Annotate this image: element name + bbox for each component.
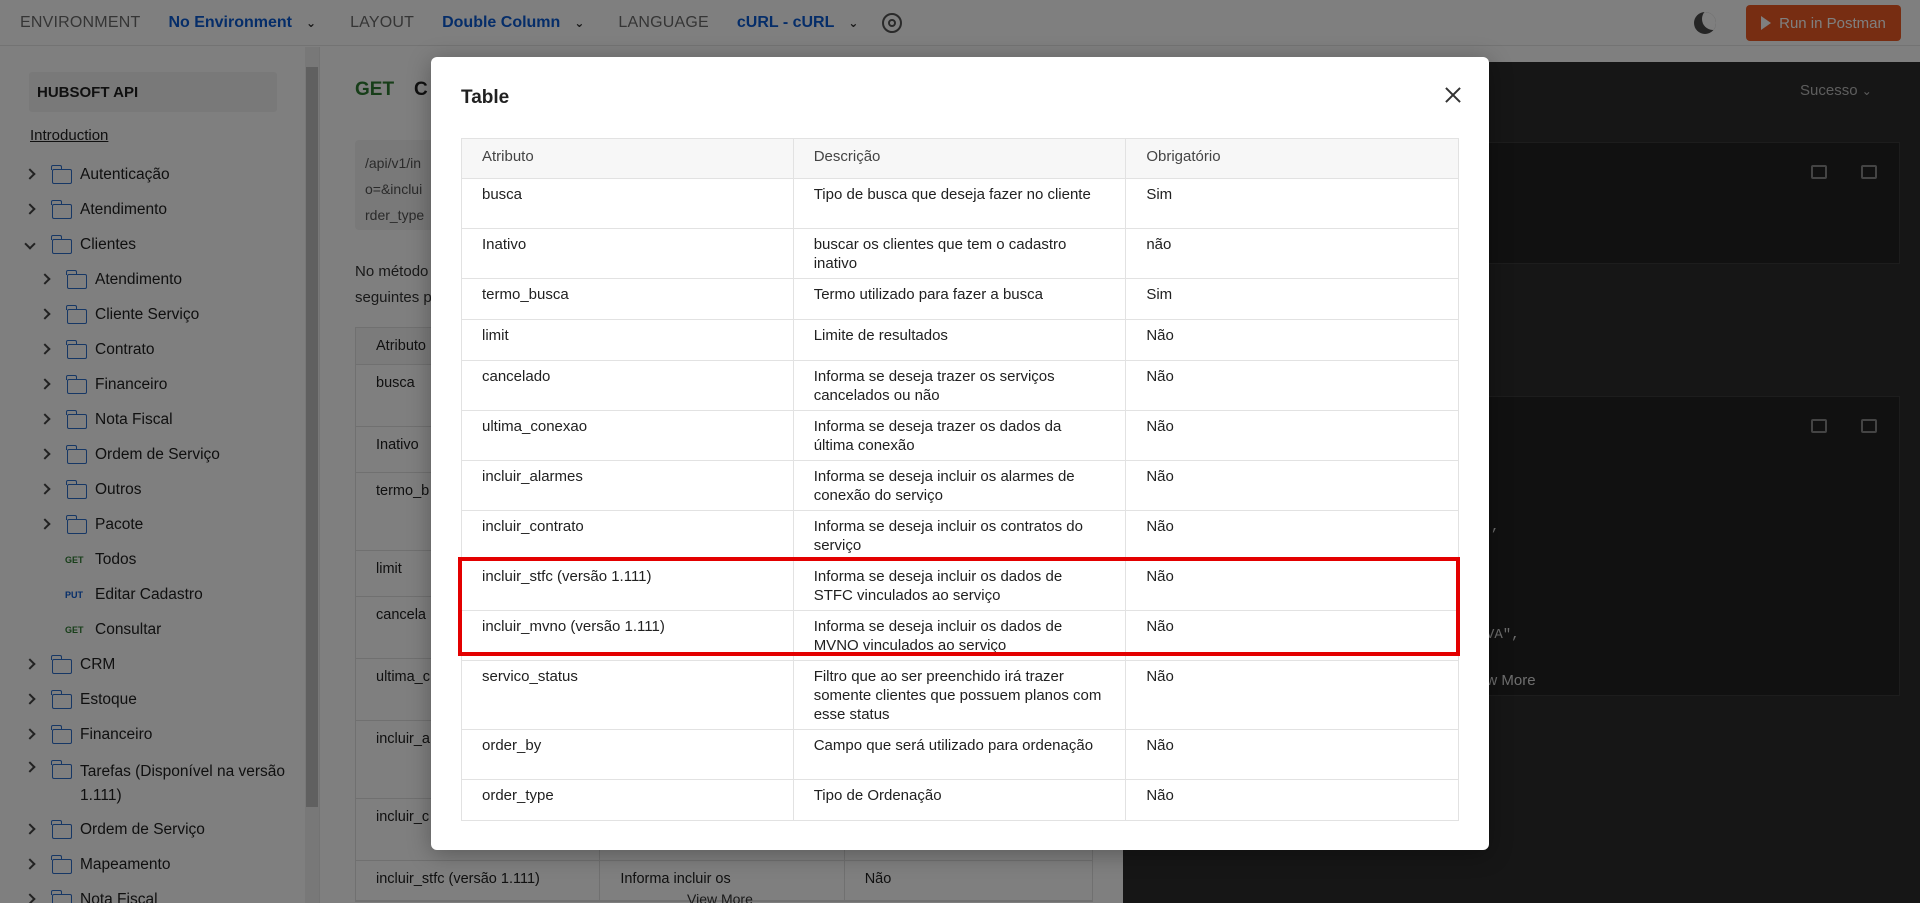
table-cell-desc: Informa se deseja incluir os dados de ST… bbox=[792, 560, 1127, 611]
table-cell-desc: buscar os clientes que tem o cadastro in… bbox=[792, 228, 1127, 279]
table-cell-req: Não bbox=[1125, 610, 1459, 661]
table-cell-attr: incluir_alarmes bbox=[461, 460, 794, 511]
table-row: termo_busca Termo utilizado para fazer a … bbox=[461, 278, 1459, 320]
table-cell-attr: incluir_contrato bbox=[461, 510, 794, 561]
table-cell-desc: Informa se deseja incluir os contratos d… bbox=[792, 510, 1127, 561]
table-cell-desc: Informa se deseja trazer os serviços can… bbox=[792, 360, 1127, 411]
table-cell-desc: Filtro que ao ser preenchido irá trazer … bbox=[792, 660, 1127, 730]
table-modal: Table Atributo Descrição Obrigatório bus… bbox=[431, 57, 1489, 850]
column-header-descricao: Descrição bbox=[792, 138, 1127, 179]
table-header-row: Atributo Descrição Obrigatório bbox=[461, 138, 1459, 179]
table-cell-req: Não bbox=[1125, 729, 1459, 780]
modal-table: Atributo Descrição Obrigatório busca Tipo… bbox=[461, 138, 1459, 821]
table-cell-desc: Tipo de busca que deseja fazer no client… bbox=[792, 178, 1127, 229]
column-header-atributo: Atributo bbox=[461, 138, 794, 179]
table-row: incluir_stfc (versão 1.111) Informa se de… bbox=[461, 560, 1459, 611]
table-cell-desc: Tipo de Ordenação bbox=[792, 779, 1127, 821]
table-row: busca Tipo de busca que deseja fazer no c… bbox=[461, 178, 1459, 229]
table-cell-req: Não bbox=[1125, 319, 1459, 361]
table-cell-attr: servico_status bbox=[461, 660, 794, 730]
table-cell-desc: Limite de resultados bbox=[792, 319, 1127, 361]
table-cell-attr: incluir_mvno (versão 1.111) bbox=[461, 610, 794, 661]
table-cell-attr: order_by bbox=[461, 729, 794, 780]
table-cell-req: Não bbox=[1125, 410, 1459, 461]
table-cell-desc: Campo que será utilizado para ordenação bbox=[792, 729, 1127, 780]
modal-title: Table bbox=[461, 87, 510, 108]
table-cell-attr: ultima_conexao bbox=[461, 410, 794, 461]
table-cell-desc: Informa se deseja trazer os dados da últ… bbox=[792, 410, 1127, 461]
table-row: incluir_mvno (versão 1.111) Informa se de… bbox=[461, 610, 1459, 661]
table-row: incluir_contrato Informa se deseja inclui… bbox=[461, 510, 1459, 561]
table-row: incluir_alarmes Informa se deseja incluir… bbox=[461, 460, 1459, 511]
table-cell-attr: termo_busca bbox=[461, 278, 794, 320]
close-icon[interactable] bbox=[1441, 83, 1465, 107]
table-row: limit Limite de resultados Não bbox=[461, 319, 1459, 361]
table-cell-attr: busca bbox=[461, 178, 794, 229]
table-cell-req: não bbox=[1125, 228, 1459, 279]
table-cell-attr: Inativo bbox=[461, 228, 794, 279]
table-cell-desc: Informa se deseja incluir os dados de MV… bbox=[792, 610, 1127, 661]
column-header-obrigatorio: Obrigatório bbox=[1125, 138, 1459, 179]
table-row: ultima_conexao Informa se deseja trazer o… bbox=[461, 410, 1459, 461]
table-cell-req: Sim bbox=[1125, 278, 1459, 320]
table-row: servico_status Filtro que ao ser preenchi… bbox=[461, 660, 1459, 730]
table-cell-desc: Informa se deseja incluir os alarmes de … bbox=[792, 460, 1127, 511]
table-cell-attr: cancelado bbox=[461, 360, 794, 411]
table-cell-attr: order_type bbox=[461, 779, 794, 821]
table-cell-req: Não bbox=[1125, 779, 1459, 821]
table-cell-desc: Termo utilizado para fazer a busca bbox=[792, 278, 1127, 320]
table-cell-req: Não bbox=[1125, 660, 1459, 730]
table-cell-req: Sim bbox=[1125, 178, 1459, 229]
table-cell-req: Não bbox=[1125, 510, 1459, 561]
table-row: cancelado Informa se deseja trazer os ser… bbox=[461, 360, 1459, 411]
table-cell-attr: limit bbox=[461, 319, 794, 361]
table-cell-req: Não bbox=[1125, 360, 1459, 411]
table-row: order_by Campo que será utilizado para or… bbox=[461, 729, 1459, 780]
table-cell-req: Não bbox=[1125, 560, 1459, 611]
table-cell-req: Não bbox=[1125, 460, 1459, 511]
table-row: Inativo buscar os clientes que tem o cada… bbox=[461, 228, 1459, 279]
table-row: order_type Tipo de Ordenação Não bbox=[461, 779, 1459, 821]
table-cell-attr: incluir_stfc (versão 1.111) bbox=[461, 560, 794, 611]
